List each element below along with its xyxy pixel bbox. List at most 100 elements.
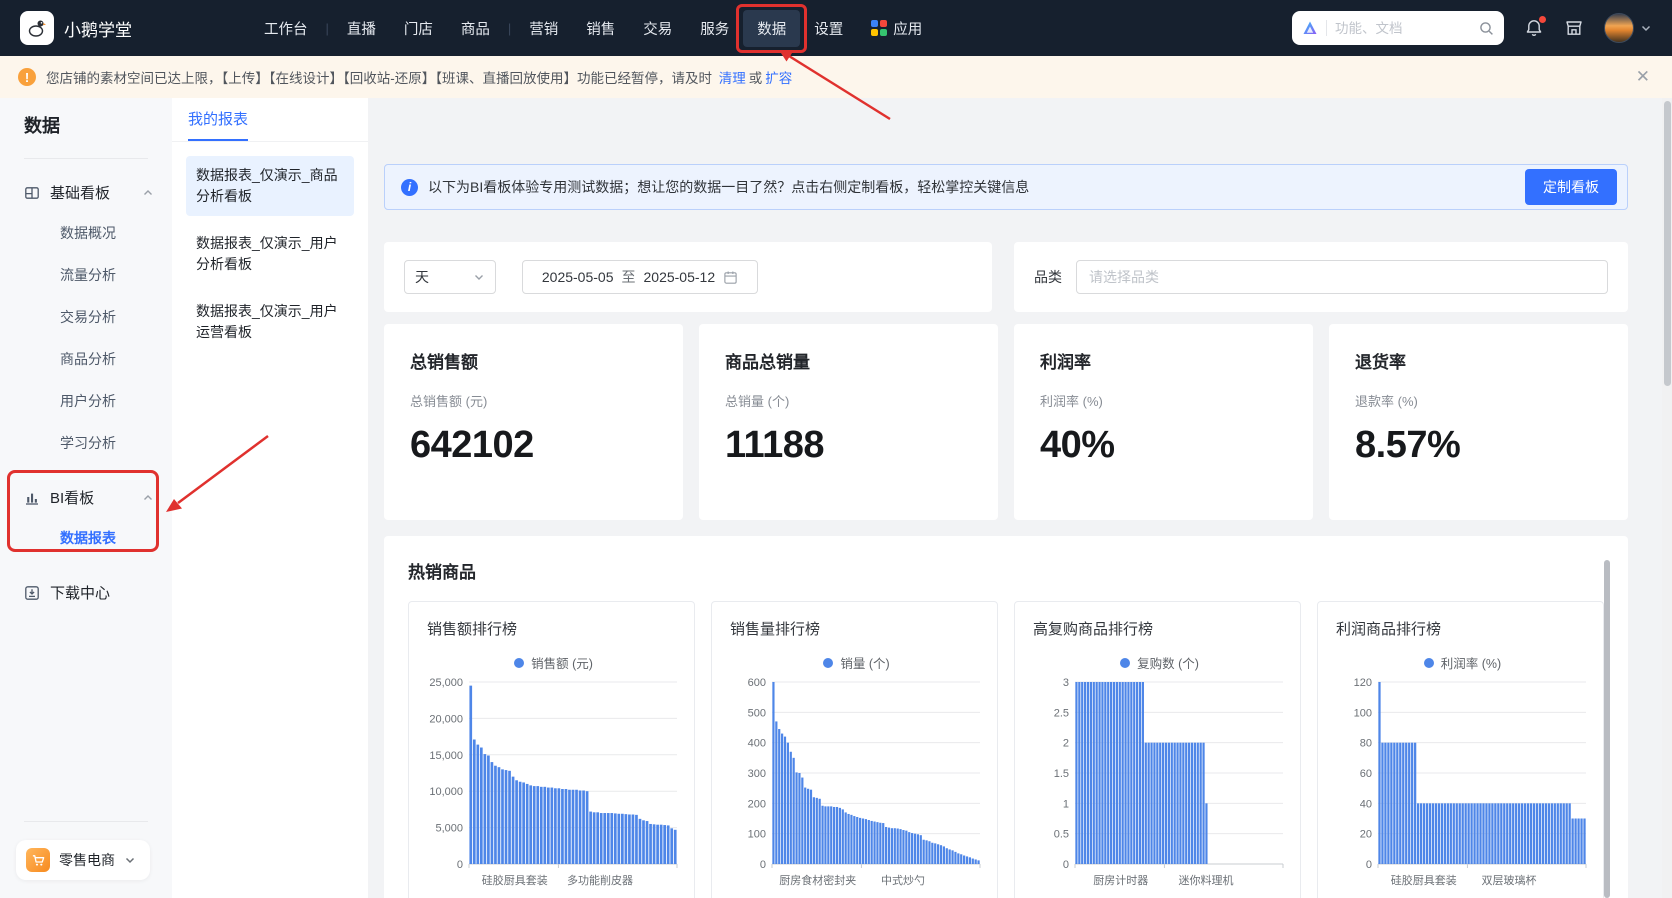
legend-label: 销量 (个) xyxy=(840,653,889,672)
stat-title: 退货率 xyxy=(1355,348,1602,373)
svg-text:硅胶厨具套装: 硅胶厨具套装 xyxy=(1391,873,1457,887)
chart-legend: 销量 (个) xyxy=(726,653,987,672)
nav-item-商品[interactable]: 商品 xyxy=(447,10,504,47)
topbar-right-cluster xyxy=(1292,11,1652,45)
report-list-item[interactable]: 数据报表_仅演示_用户运营看板 xyxy=(186,292,354,352)
sidebar-item-数据概况[interactable]: 数据概况 xyxy=(0,212,172,254)
nav-item-交易[interactable]: 交易 xyxy=(629,10,686,47)
store-button[interactable] xyxy=(1564,18,1584,38)
nav-item-服务[interactable]: 服务 xyxy=(686,10,743,47)
warning-text-prefix: 您店铺的素材空间已达上限，【上传】【在线设计】【回收站-还原】【班课、直播回放使… xyxy=(46,71,712,86)
sidebar-title: 数据 xyxy=(24,112,172,138)
warning-text: 您店铺的素材空间已达上限，【上传】【在线设计】【回收站-还原】【班课、直播回放使… xyxy=(46,67,795,87)
nav-item-label: 服务 xyxy=(700,18,729,39)
chevron-down-icon xyxy=(473,271,485,283)
search-input[interactable] xyxy=(1335,21,1471,36)
chevron-up-icon xyxy=(142,492,154,504)
chart-legend: 复购数 (个) xyxy=(1029,653,1290,672)
chart-card-销售额排行榜: 销售额排行榜销售额 (元)05,00010,00015,00020,00025,… xyxy=(408,601,695,898)
expand-storage-link[interactable]: 扩容 xyxy=(765,71,792,86)
chart-legend: 销售额 (元) xyxy=(423,653,684,672)
legend-label: 利润率 (%) xyxy=(1441,653,1501,672)
ai-assistant-icon[interactable] xyxy=(1302,20,1318,36)
sidebar: 数据 基础看板数据概况流量分析交易分析商品分析用户分析学习分析 BI看板数据报表下… xyxy=(0,98,172,898)
nav-item-营销[interactable]: 营销 xyxy=(515,10,572,47)
sidebar-item-流量分析[interactable]: 流量分析 xyxy=(0,254,172,296)
close-icon[interactable]: ✕ xyxy=(1632,67,1654,87)
notifications-button[interactable] xyxy=(1524,18,1544,38)
date-range-picker[interactable]: 2025-05-05 至 2025-05-12 xyxy=(522,260,758,294)
sidebar-group-label: 基础看板 xyxy=(50,182,110,203)
customize-dashboard-button[interactable]: 定制看板 xyxy=(1525,169,1617,205)
store-switcher[interactable]: 零售电商 xyxy=(16,840,150,880)
svg-text:200: 200 xyxy=(748,798,766,810)
window-scrollbar-thumb[interactable] xyxy=(1664,101,1671,386)
window-scrollbar[interactable] xyxy=(1662,98,1672,898)
category-input[interactable] xyxy=(1076,260,1608,294)
stat-sublabel: 总销量 (个) xyxy=(725,391,972,410)
date-filter-card: 天 2025-05-05 至 2025-05-12 xyxy=(384,242,992,312)
svg-text:0.5: 0.5 xyxy=(1054,829,1069,841)
svg-text:0: 0 xyxy=(1063,859,1069,871)
sidebar-item-商品分析[interactable]: 商品分析 xyxy=(0,338,172,380)
nav-item-应用[interactable]: 应用 xyxy=(857,10,936,47)
period-select-value: 天 xyxy=(415,267,429,287)
stat-sublabel: 退款率 (%) xyxy=(1355,391,1602,410)
svg-text:600: 600 xyxy=(748,677,766,689)
nav-item-工作台[interactable]: 工作台 xyxy=(250,10,322,47)
nav-item-数据[interactable]: 数据 xyxy=(743,10,800,47)
stat-title: 商品总销量 xyxy=(725,348,972,373)
nav-separator: | xyxy=(326,21,329,36)
info-icon: i xyxy=(401,179,418,196)
nav-item-label: 门店 xyxy=(404,18,433,39)
sidebar-item-数据报表[interactable]: 数据报表 xyxy=(0,517,172,559)
store-switcher-label: 零售电商 xyxy=(59,850,115,870)
sidebar-item-交易分析[interactable]: 交易分析 xyxy=(0,296,172,338)
storefront-icon xyxy=(1564,18,1584,38)
tab-my-reports[interactable]: 我的报表 xyxy=(188,108,248,141)
content-scrollbar-thumb[interactable] xyxy=(1604,560,1610,898)
nav-item-设置[interactable]: 设置 xyxy=(800,10,857,47)
svg-text:迷你料理机: 迷你料理机 xyxy=(1179,873,1234,887)
clean-up-link[interactable]: 清理 xyxy=(719,71,746,86)
nav-item-label: 数据 xyxy=(757,18,786,39)
chevron-down-icon[interactable] xyxy=(1640,22,1652,34)
sidebar-item-用户分析[interactable]: 用户分析 xyxy=(0,380,172,422)
nav-item-直播[interactable]: 直播 xyxy=(333,10,390,47)
sidebar-item-学习分析[interactable]: 学习分析 xyxy=(0,422,172,464)
chart-title: 销售额排行榜 xyxy=(427,618,684,639)
stat-title: 利润率 xyxy=(1040,348,1287,373)
category-label: 品类 xyxy=(1034,267,1062,287)
svg-text:10,000: 10,000 xyxy=(429,786,463,798)
svg-text:1.5: 1.5 xyxy=(1054,768,1069,780)
sidebar-group-BI看板[interactable]: BI看板 xyxy=(0,478,172,517)
legend-dot-icon xyxy=(1424,658,1434,668)
svg-text:25,000: 25,000 xyxy=(429,677,463,689)
svg-text:厨房食材密封夹: 厨房食材密封夹 xyxy=(779,873,856,887)
svg-text:5,000: 5,000 xyxy=(435,823,463,835)
nav-item-label: 应用 xyxy=(893,18,922,39)
reports-list: 数据报表_仅演示_商品分析看板数据报表_仅演示_用户分析看板数据报表_仅演示_用… xyxy=(186,156,354,352)
chart-title: 利润商品排行榜 xyxy=(1336,618,1593,639)
sidebar-bottom-divider xyxy=(24,821,148,822)
svg-text:60: 60 xyxy=(1360,768,1372,780)
search-icon[interactable] xyxy=(1479,21,1494,36)
brand-logo-icon xyxy=(20,11,54,45)
main-content: i 以下为BI看板体验专用测试数据；想让您的数据一目了然？点击右侧定制看板，轻松… xyxy=(368,98,1672,898)
svg-text:20,000: 20,000 xyxy=(429,713,463,725)
report-list-item[interactable]: 数据报表_仅演示_用户分析看板 xyxy=(186,224,354,284)
download-icon xyxy=(24,585,40,601)
nav-item-门店[interactable]: 门店 xyxy=(390,10,447,47)
stat-card-利润率: 利润率利润率 (%)40% xyxy=(1014,324,1313,520)
stat-card-退货率: 退货率退款率 (%)8.57% xyxy=(1329,324,1628,520)
nav-item-销售[interactable]: 销售 xyxy=(572,10,629,47)
period-select[interactable]: 天 xyxy=(404,260,496,294)
sidebar-group-基础看板[interactable]: 基础看板 xyxy=(0,173,172,212)
user-avatar[interactable] xyxy=(1604,13,1634,43)
stats-row: 总销售额总销售额 (元)642102商品总销量总销量 (个)11188利润率利润… xyxy=(384,324,1628,520)
sidebar-item-download-center[interactable]: 下载中心 xyxy=(0,573,172,612)
global-search[interactable] xyxy=(1292,11,1504,45)
report-list-item[interactable]: 数据报表_仅演示_商品分析看板 xyxy=(186,156,354,216)
svg-text:2: 2 xyxy=(1063,738,1069,750)
chart-card-销售量排行榜: 销售量排行榜销量 (个)0100200300400500600厨房食材密封夹中式… xyxy=(711,601,998,898)
